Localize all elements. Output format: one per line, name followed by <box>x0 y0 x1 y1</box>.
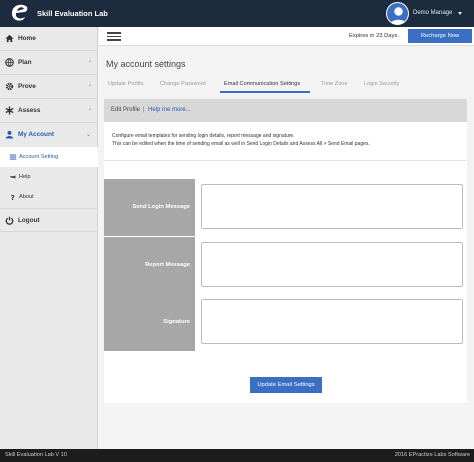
chevron-left-icon: ‹ <box>89 107 91 113</box>
cog-icon <box>5 82 14 91</box>
chevron-left-icon: ‹ <box>89 83 91 89</box>
active-tab-indicator <box>220 91 310 93</box>
sidebar-subitem-help[interactable]: Help <box>0 167 98 187</box>
help-link[interactable]: Help me more... <box>148 107 191 113</box>
form-row-send-login-message: Send Login Message <box>104 179 467 236</box>
tab-login-security[interactable]: Login Security <box>364 81 399 87</box>
field-label-cell: Signature <box>104 294 195 351</box>
header-bar: Expires in 23 Days. Recharge Now <box>99 27 474 46</box>
globe-icon <box>5 58 14 67</box>
sidebar-item-label: Home <box>18 35 36 42</box>
form-row-report-message: Report Message <box>104 237 467 294</box>
app-title: Skill Evaluation Lab <box>37 9 108 18</box>
svg-text:?: ? <box>11 193 15 201</box>
question-icon: ? <box>11 193 15 201</box>
user-silhouette-icon <box>390 7 407 24</box>
help-hand-icon <box>9 175 16 179</box>
tab-time-zone[interactable]: Time Zone <box>321 81 348 87</box>
panel-header: Edit Profile | Help me more... <box>104 99 467 122</box>
panel-body: Configure email templates for sending lo… <box>104 122 467 403</box>
app-logo-icon[interactable] <box>9 3 31 24</box>
signature-input[interactable] <box>201 299 463 344</box>
footer-copyright: 2016 EPractize Labs Software <box>394 452 470 458</box>
sidebar-item-home[interactable]: Home <box>0 27 98 51</box>
form-row-signature: Signature <box>104 294 467 351</box>
page-title: My account settings <box>106 59 186 69</box>
edit-profile-label: Edit Profile <box>111 107 141 113</box>
chevron-down-icon[interactable] <box>458 12 462 15</box>
description-line: This can be edited when the time of send… <box>112 141 370 147</box>
footer-version: Skill Evaluation Lab V 10 <box>5 452 67 458</box>
sidebar: Home Plan ‹ Prove ‹ Assess ‹ My Account … <box>0 27 98 449</box>
user-menu[interactable]: Demo Manage <box>413 10 452 16</box>
hamburger-menu-icon[interactable] <box>107 32 121 41</box>
footer: Skill Evaluation Lab V 10 2016 EPractize… <box>0 449 474 462</box>
sidebar-subitem-label: Help <box>19 174 31 180</box>
field-label: Send Login Message <box>132 204 190 210</box>
settings-icon <box>9 154 17 160</box>
home-icon <box>5 34 14 43</box>
sidebar-item-label: My Account <box>18 131 54 138</box>
sidebar-item-label: Assess <box>18 107 41 114</box>
sidebar-item-assess[interactable]: Assess ‹ <box>0 99 98 123</box>
sidebar-subitem-account-setting[interactable]: Account Setting <box>0 147 98 167</box>
field-label: Report Message <box>145 262 190 268</box>
field-label-cell: Report Message <box>104 237 195 294</box>
sidebar-item-label: Plan <box>18 59 32 66</box>
field-label-cell: Send Login Message <box>104 179 195 236</box>
recharge-button[interactable]: Recharge Now <box>408 29 472 43</box>
asterisk-icon <box>5 106 14 115</box>
divider <box>104 160 467 161</box>
description-line: Configure email templates for sending lo… <box>112 133 295 139</box>
sidebar-item-label: Logout <box>18 217 40 224</box>
sidebar-subitem-label: About <box>19 194 34 200</box>
avatar[interactable] <box>386 2 409 25</box>
update-email-settings-button[interactable]: Update Email Settings <box>250 377 322 393</box>
send-login-message-input[interactable] <box>201 184 463 229</box>
chevron-left-icon: ‹ <box>89 59 91 65</box>
sidebar-item-logout[interactable]: Logout <box>0 208 98 232</box>
account-tabs: Update Profile Change Password Email Com… <box>104 79 467 94</box>
sidebar-item-my-account[interactable]: My Account ⌄ <box>0 123 98 147</box>
sidebar-item-plan[interactable]: Plan ‹ <box>0 51 98 75</box>
sidebar-subitem-about[interactable]: ? About <box>0 187 98 207</box>
sidebar-item-prove[interactable]: Prove ‹ <box>0 75 98 99</box>
tab-update-profile[interactable]: Update Profile <box>108 81 143 87</box>
sidebar-subitem-label: Account Setting <box>19 154 59 160</box>
tab-email-communication-settings[interactable]: Email Communication Settings <box>224 81 300 87</box>
chevron-down-icon: ⌄ <box>85 132 91 138</box>
field-label: Signature <box>163 319 190 325</box>
expiry-notice: Expires in 23 Days. <box>349 33 399 39</box>
power-icon <box>5 216 14 225</box>
tab-change-password[interactable]: Change Password <box>160 81 206 87</box>
separator: | <box>143 107 145 113</box>
sidebar-item-label: Prove <box>18 83 36 90</box>
top-bar: Skill Evaluation Lab Demo Manage <box>0 0 474 27</box>
user-icon <box>5 130 14 139</box>
report-message-input[interactable] <box>201 242 463 287</box>
